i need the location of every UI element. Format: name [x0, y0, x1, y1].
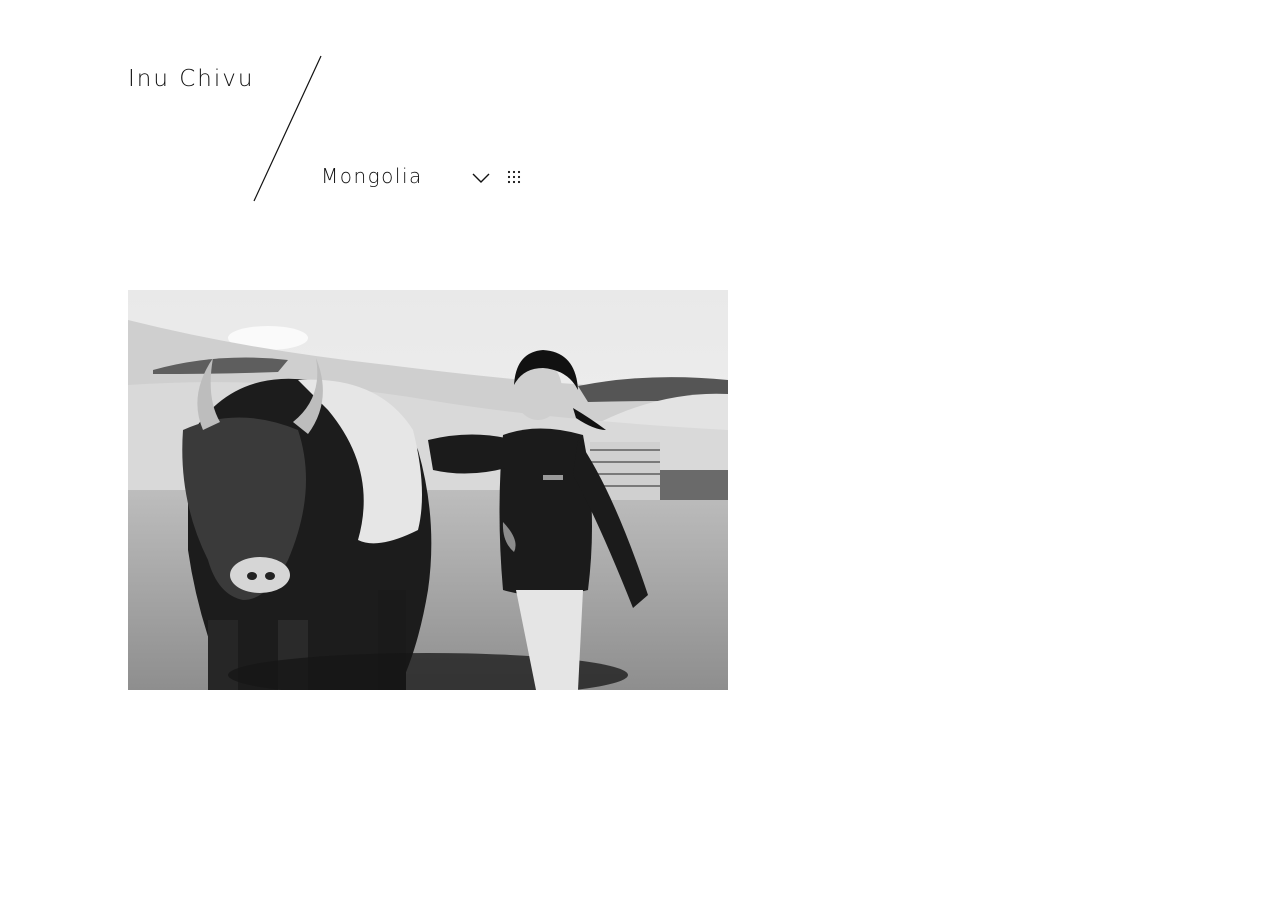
site-title[interactable]: Inu Chivu	[128, 64, 254, 94]
chevron-down-icon	[472, 173, 490, 183]
slash-divider	[253, 55, 322, 202]
photo-image	[128, 290, 728, 690]
gallery-dropdown-label: Mongolia	[321, 164, 423, 188]
grid-dots-icon[interactable]	[506, 168, 524, 184]
gallery-dropdown[interactable]: Mongolia	[321, 160, 491, 192]
gallery-photo[interactable]	[128, 290, 728, 690]
